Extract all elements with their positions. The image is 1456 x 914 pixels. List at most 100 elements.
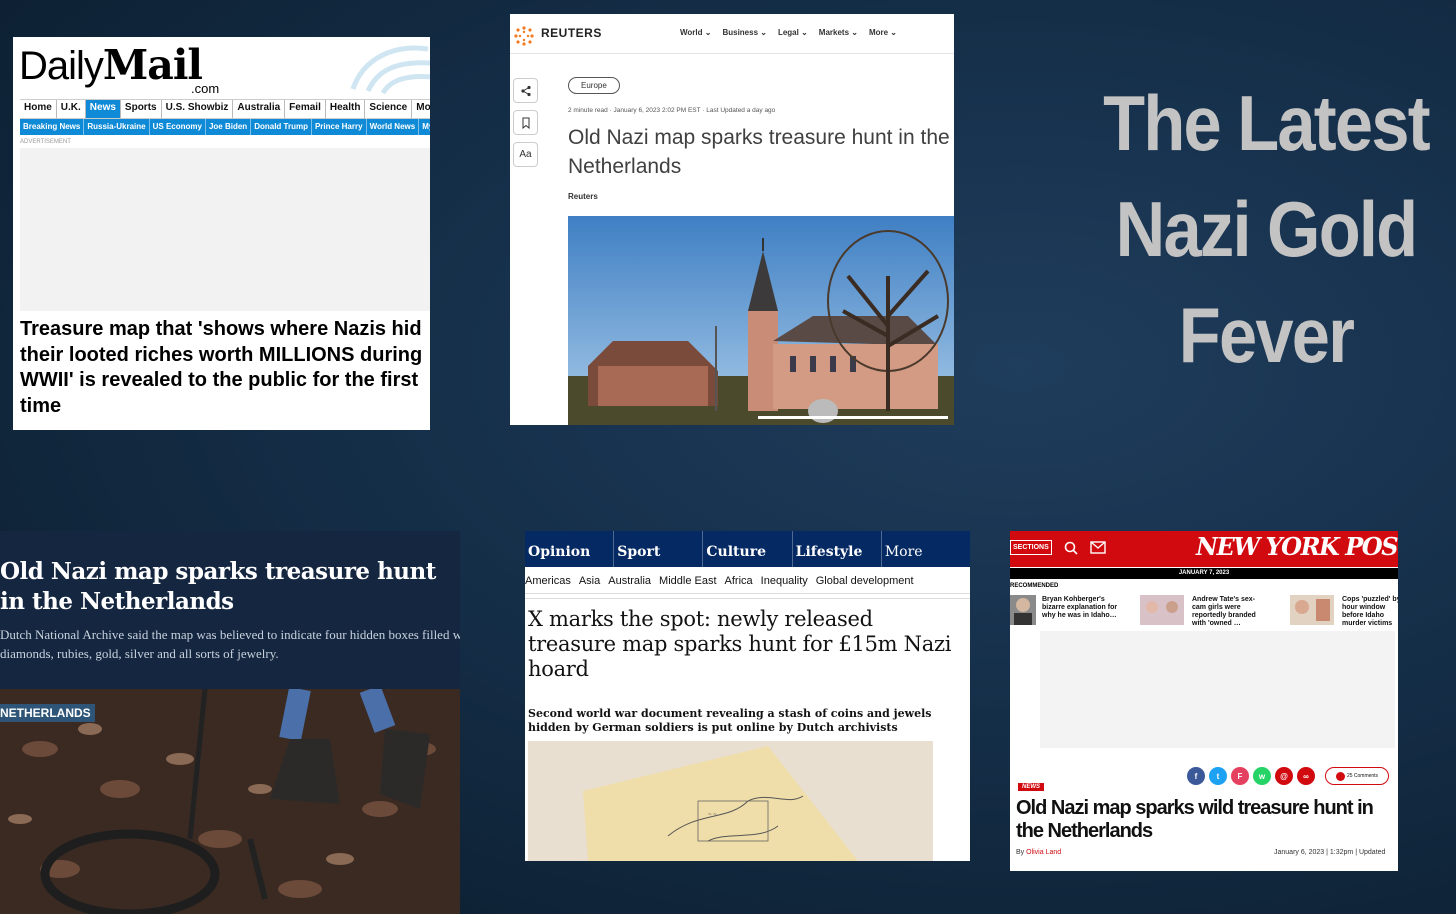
date-strip: JANUARY 7, 2023 [1010, 568, 1398, 579]
subnav-item[interactable]: US Economy [150, 119, 206, 135]
nav-item-australia[interactable]: Australia [233, 100, 286, 118]
daily-mail-logo[interactable]: DailyMail [19, 41, 203, 89]
author-link[interactable]: Olivia Land [1026, 849, 1061, 856]
whatsapp-icon[interactable]: w [1253, 767, 1271, 785]
nav-lifestyle[interactable]: Lifestyle [793, 531, 882, 567]
subnav-item[interactable]: My Profile [419, 119, 430, 135]
twitter-icon[interactable]: t [1209, 767, 1227, 785]
font-size-button[interactable]: Aa [513, 142, 538, 167]
recommended-item[interactable]: Bryan Kohberger's bizarre explanation fo… [1010, 595, 1130, 627]
subnav-item[interactable]: Americas [525, 575, 571, 587]
reuters-logo[interactable]: REUTERS [541, 26, 602, 40]
share-button[interactable] [513, 78, 538, 103]
nav-item-us-showbiz[interactable]: U.S. Showbiz [162, 100, 234, 118]
item-title: Bryan Kohberger's bizarre explanation fo… [1042, 596, 1118, 619]
nav-markets[interactable]: Markets ⌄ [819, 28, 858, 37]
byline: By Olivia Land [1016, 849, 1061, 856]
subtitle-line: Dutch National Archive said the map was … [0, 627, 460, 642]
subnav-item[interactable]: Asia [579, 575, 600, 587]
main-nav: Home U.K. News Sports U.S. Showbiz Austr… [20, 99, 430, 119]
subnav-item[interactable]: World News [367, 119, 420, 135]
item-title: Andrew Tate's sex-cam girls were reporte… [1192, 596, 1256, 627]
article-standfirst: Second world war document revealing a st… [528, 707, 932, 734]
mail-icon[interactable] [1090, 541, 1106, 554]
article-headline[interactable]: Old Nazi map sparks wild treasure hunt i… [1016, 797, 1396, 843]
copy-link-icon[interactable]: ∞ [1297, 767, 1315, 785]
thumbnail [1290, 595, 1334, 625]
timestamp: January 6, 2023 | 1:32pm | Updated [1274, 849, 1386, 856]
news-badge[interactable]: NEWS [1018, 783, 1044, 791]
sections-button[interactable]: SECTIONS [1010, 540, 1052, 555]
ad-placeholder [1040, 631, 1395, 748]
swirl-decoration-icon [350, 45, 430, 95]
subnav-item[interactable]: Donald Trump [251, 119, 312, 135]
nav-item-uk[interactable]: U.K. [57, 100, 86, 118]
subnav-item[interactable]: Africa [725, 575, 753, 587]
ad-placeholder [20, 148, 430, 311]
comments-count: 25 Comments [1346, 773, 1379, 779]
nav-item-femail[interactable]: Femail [285, 100, 326, 118]
thumbnail [1010, 595, 1036, 625]
nav-more[interactable]: More ⌄ [869, 28, 897, 37]
recommended-label: RECOMMENDED [1010, 583, 1059, 589]
church-photo [568, 216, 954, 425]
recommended-item[interactable]: Cops 'puzzled' by hour window before Ida… [1290, 595, 1398, 627]
subnav-item[interactable]: Middle East [659, 575, 716, 587]
search-icon[interactable] [1064, 541, 1078, 555]
nypost-logo[interactable]: NEW YORK POST [1196, 532, 1398, 561]
article-subtitle: Dutch National Archive said the map was … [0, 625, 460, 663]
nav-item-sports[interactable]: Sports [121, 100, 162, 118]
article-meta: 2 minute read · January 6, 2023 2:02 PM … [568, 107, 776, 114]
facebook-icon[interactable]: f [1187, 767, 1205, 785]
nav-item-home[interactable]: Home [20, 100, 57, 118]
section-tag[interactable]: Europe [568, 77, 620, 94]
recommended-item[interactable]: Andrew Tate's sex-cam girls were reporte… [1140, 595, 1260, 627]
comment-bubble-icon [1335, 771, 1345, 781]
nav-legal[interactable]: Legal ⌄ [778, 28, 808, 37]
item-title: Cops 'puzzled' by hour window before Ida… [1342, 596, 1398, 627]
treasure-map-photo: ~ ~ [528, 741, 933, 861]
subnav-item[interactable]: Breaking News [20, 119, 85, 135]
nypost-header: SECTIONS NEW YORK POST [1010, 531, 1398, 567]
byline[interactable]: Reuters [568, 192, 598, 201]
guardian-nav: Opinion Sport Culture Lifestyle More [525, 531, 970, 567]
daily-mail-screenshot: DailyMail .com Home U.K. News Sports U.S… [13, 37, 430, 430]
comments-button[interactable]: 25 Comments [1325, 767, 1389, 785]
logo-dotcom: .com [191, 81, 220, 96]
location-tag[interactable]: NETHERLANDS [0, 704, 95, 722]
subnav-item[interactable]: Prince Harry [312, 119, 367, 135]
subnav-item[interactable]: Joe Biden [206, 119, 252, 135]
nav-world[interactable]: World ⌄ [680, 28, 711, 37]
nav-more[interactable]: More [882, 531, 970, 567]
subnav-item[interactable]: Inequality [761, 575, 808, 587]
subnav-item[interactable]: Russia-Ukraine [84, 119, 150, 135]
article-headline[interactable]: X marks the spot: newly released treasur… [528, 607, 958, 682]
title-line: Nazi Gold [1115, 185, 1418, 273]
svg-text:~ ~: ~ ~ [708, 812, 717, 818]
nav-item-news[interactable]: News [85, 100, 121, 118]
nav-item-health[interactable]: Health [326, 100, 366, 118]
nav-item-science[interactable]: Science [365, 100, 413, 118]
nav-item-money[interactable]: Money [412, 100, 430, 118]
article-headline[interactable]: Old Nazi map sparks treasure hunt in the… [568, 123, 954, 181]
title-line: Fever [1178, 291, 1355, 379]
article-headline[interactable]: Treasure map that 'shows where Nazis hid… [20, 317, 425, 419]
nav-business[interactable]: Business ⌄ [722, 28, 767, 37]
metal-detector-photo[interactable] [0, 689, 460, 914]
subnav-item[interactable]: Australia [608, 575, 651, 587]
nypost-screenshot: SECTIONS NEW YORK POST JANUARY 7, 2023 R… [1010, 531, 1398, 871]
news-video-screenshot: Old Nazi map sparks treasure hunt in the… [0, 531, 460, 914]
by-prefix: By [1016, 849, 1025, 856]
nav-sport[interactable]: Sport [614, 531, 704, 567]
collage-title: The Latest Nazi Gold Fever [1102, 70, 1430, 388]
email-share-icon[interactable]: @ [1275, 767, 1293, 785]
article-headline[interactable]: Old Nazi map sparks treasure hunt in the… [0, 557, 455, 617]
subnav-item[interactable]: Global development [816, 575, 914, 587]
nav-culture[interactable]: Culture [703, 531, 793, 567]
bookmark-button[interactable] [513, 110, 538, 135]
flipboard-icon[interactable]: F [1231, 767, 1249, 785]
reuters-logo-icon [514, 26, 534, 46]
divider [525, 593, 970, 599]
title-line: The Latest [1103, 79, 1430, 167]
nav-opinion[interactable]: Opinion [525, 531, 615, 567]
